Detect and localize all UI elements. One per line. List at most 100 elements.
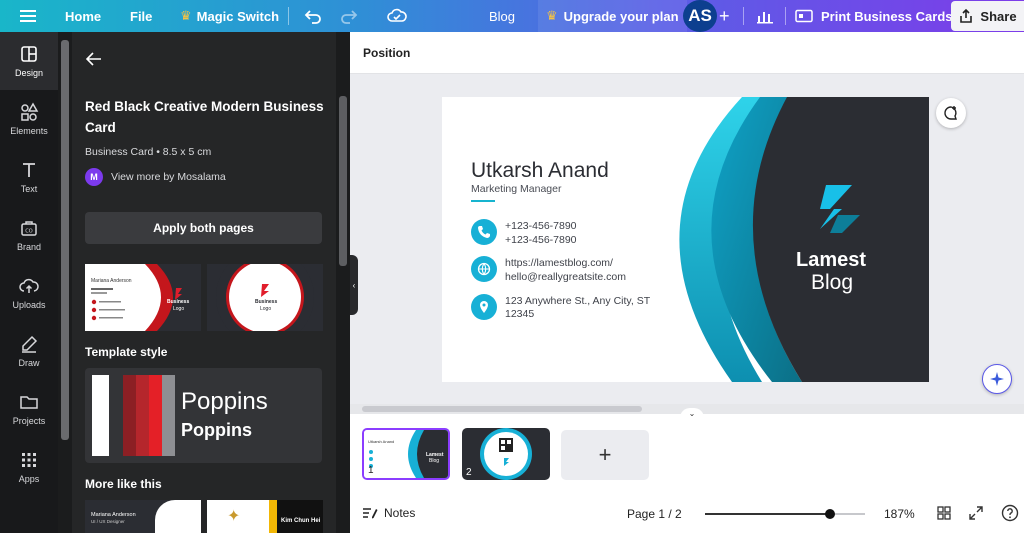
magic-assistant-button[interactable] — [982, 364, 1012, 394]
rail-item-elements[interactable]: Elements — [0, 90, 58, 148]
left-rail: Design Elements Text CO Brand Uploads Dr… — [0, 32, 58, 533]
rail-item-design[interactable]: Design — [0, 32, 58, 90]
thumb-brand-line2: Blog — [429, 458, 440, 464]
font-preview-bold: Poppins — [181, 420, 252, 440]
more-template-3[interactable]: Kim Chun Hei — [269, 500, 323, 533]
zoom-slider[interactable] — [705, 509, 865, 519]
card-shape — [155, 500, 201, 533]
document-title[interactable]: Blog — [489, 0, 515, 32]
author-link[interactable]: M View more by Mosalama — [85, 168, 226, 186]
collapse-panel-handle[interactable]: ‹ — [350, 255, 358, 315]
sparkle-icon — [990, 372, 1004, 386]
template-style-card[interactable]: Poppins Poppins — [85, 368, 322, 463]
rail-item-uploads[interactable]: Uploads — [0, 264, 58, 322]
print-business-cards-button[interactable]: Print Business Cards — [795, 0, 953, 32]
rail-item-draw[interactable]: Draw — [0, 322, 58, 380]
card-website[interactable]: https://lamestblog.com/ — [505, 256, 613, 270]
folder-icon — [20, 396, 38, 409]
accent-stripe — [269, 500, 277, 533]
back-arrow-icon[interactable] — [85, 50, 102, 71]
pen-icon — [22, 335, 38, 353]
rail-item-text[interactable]: Text — [0, 148, 58, 206]
card-divider — [471, 200, 495, 202]
more-template-1[interactable]: Mariana Anderson UI / UX Designer — [85, 500, 201, 533]
card-person-role[interactable]: Marketing Manager — [471, 183, 561, 195]
rail-item-projects[interactable]: Projects — [0, 380, 58, 438]
cloud-sync-icon[interactable] — [387, 0, 407, 32]
print-label: Print Business Cards — [821, 8, 953, 24]
chevron-left-icon: ‹ — [352, 280, 356, 290]
add-page-button[interactable]: + — [561, 430, 649, 480]
panel-left-scrollbar[interactable] — [58, 32, 72, 533]
thumb-brand-line1: Business — [255, 299, 278, 305]
scrollbar-thumb[interactable] — [362, 406, 642, 412]
position-button[interactable]: Position — [363, 46, 410, 60]
page-number: 1 — [368, 465, 374, 476]
thumb-brand-line1: Business — [167, 299, 190, 305]
zoom-slider-knob[interactable] — [824, 509, 835, 519]
page-thumb-2[interactable]: 2 — [462, 428, 550, 480]
magic-switch-button[interactable]: ♛ Magic Switch — [180, 0, 279, 32]
color-swatch — [162, 375, 175, 456]
notes-label: Notes — [384, 506, 416, 520]
design-panel: Red Black Creative Modern Business Card … — [58, 32, 350, 533]
card-person-name[interactable]: Utkarsh Anand — [471, 159, 609, 183]
rail-label: Elements — [10, 126, 48, 136]
rail-item-apps[interactable]: Apps — [0, 438, 58, 496]
add-comment-button[interactable] — [936, 98, 966, 128]
canvas-toolbar: Position — [350, 32, 1024, 74]
help-icon[interactable] — [1001, 504, 1019, 522]
thumb-card-name: Mariana Anderson — [91, 278, 132, 284]
card-phone-2[interactable]: +123-456-7890 — [505, 233, 577, 247]
grid-view-icon[interactable] — [935, 504, 953, 522]
color-swatch — [149, 375, 162, 456]
page-indicator[interactable]: Page 1 / 2 — [627, 507, 682, 521]
color-swatch — [123, 375, 136, 456]
color-swatch — [136, 375, 149, 456]
card-address-1[interactable]: 123 Anywhere St., Any City, ST — [505, 294, 650, 308]
scrollbar-thumb[interactable] — [61, 40, 69, 440]
analytics-icon[interactable] — [756, 0, 774, 32]
upgrade-plan-button[interactable]: ♛ Upgrade your plan — [538, 0, 687, 32]
add-collaborator-icon[interactable]: + — [719, 0, 730, 32]
card-brand-line2[interactable]: Blog — [811, 271, 853, 295]
card-address-2[interactable]: 12345 — [505, 307, 534, 321]
globe-icon — [471, 256, 497, 282]
bottom-bar: Notes Page 1 / 2 187% — [350, 494, 1024, 533]
rail-label: Uploads — [12, 300, 46, 310]
panel-scrollbar[interactable] — [336, 32, 350, 533]
menu-icon[interactable] — [20, 0, 36, 32]
rail-label: Brand — [16, 242, 42, 252]
share-button[interactable]: Share — [951, 1, 1024, 31]
canva-editor: Home File ♛ Magic Switch Blog ♛ Upgrade … — [0, 0, 1024, 533]
canvas-area: Position Utkarsh Anand Marketing Manager… — [350, 32, 1024, 533]
template-style-heading: Template style — [85, 345, 168, 359]
undo-icon[interactable] — [304, 0, 322, 32]
rail-label: Text — [20, 184, 38, 194]
avatar[interactable]: AS — [683, 0, 717, 32]
card-brand-line1[interactable]: Lamest — [796, 249, 866, 272]
home-button[interactable]: Home — [65, 0, 101, 32]
fullscreen-icon[interactable] — [967, 504, 985, 522]
redo-icon[interactable] — [340, 0, 358, 32]
card-email[interactable]: hello@reallygreatsite.com — [505, 270, 626, 284]
apply-both-pages-button[interactable]: Apply both pages — [85, 212, 322, 244]
scrollbar-thumb[interactable] — [339, 96, 347, 266]
card-phone-1[interactable]: +123-456-7890 — [505, 219, 577, 233]
rail-label: Projects — [12, 416, 46, 426]
template-page-front[interactable]: Mariana Anderson Business Logo — [85, 264, 201, 331]
more-thumb-name: Kim Chun Hei — [281, 518, 321, 524]
magic-switch-label: Magic Switch — [196, 8, 280, 24]
file-menu-button[interactable]: File — [130, 0, 152, 32]
notes-button[interactable]: Notes — [362, 506, 415, 520]
zoom-level[interactable]: 187% — [884, 507, 915, 521]
chevron-down-icon[interactable]: ⌄ — [680, 408, 704, 418]
page-thumb-1[interactable]: Utkarsh Anand Lamest Blog 1 — [362, 428, 450, 480]
more-template-2[interactable]: ✦ — [207, 500, 269, 533]
divider — [785, 7, 786, 25]
rail-item-brand[interactable]: CO Brand — [0, 206, 58, 264]
layout-icon — [21, 46, 37, 62]
page-2-preview — [462, 428, 550, 480]
business-card-page[interactable]: Utkarsh Anand Marketing Manager +123-456… — [442, 97, 929, 382]
template-page-back[interactable]: Business Logo — [207, 264, 323, 331]
